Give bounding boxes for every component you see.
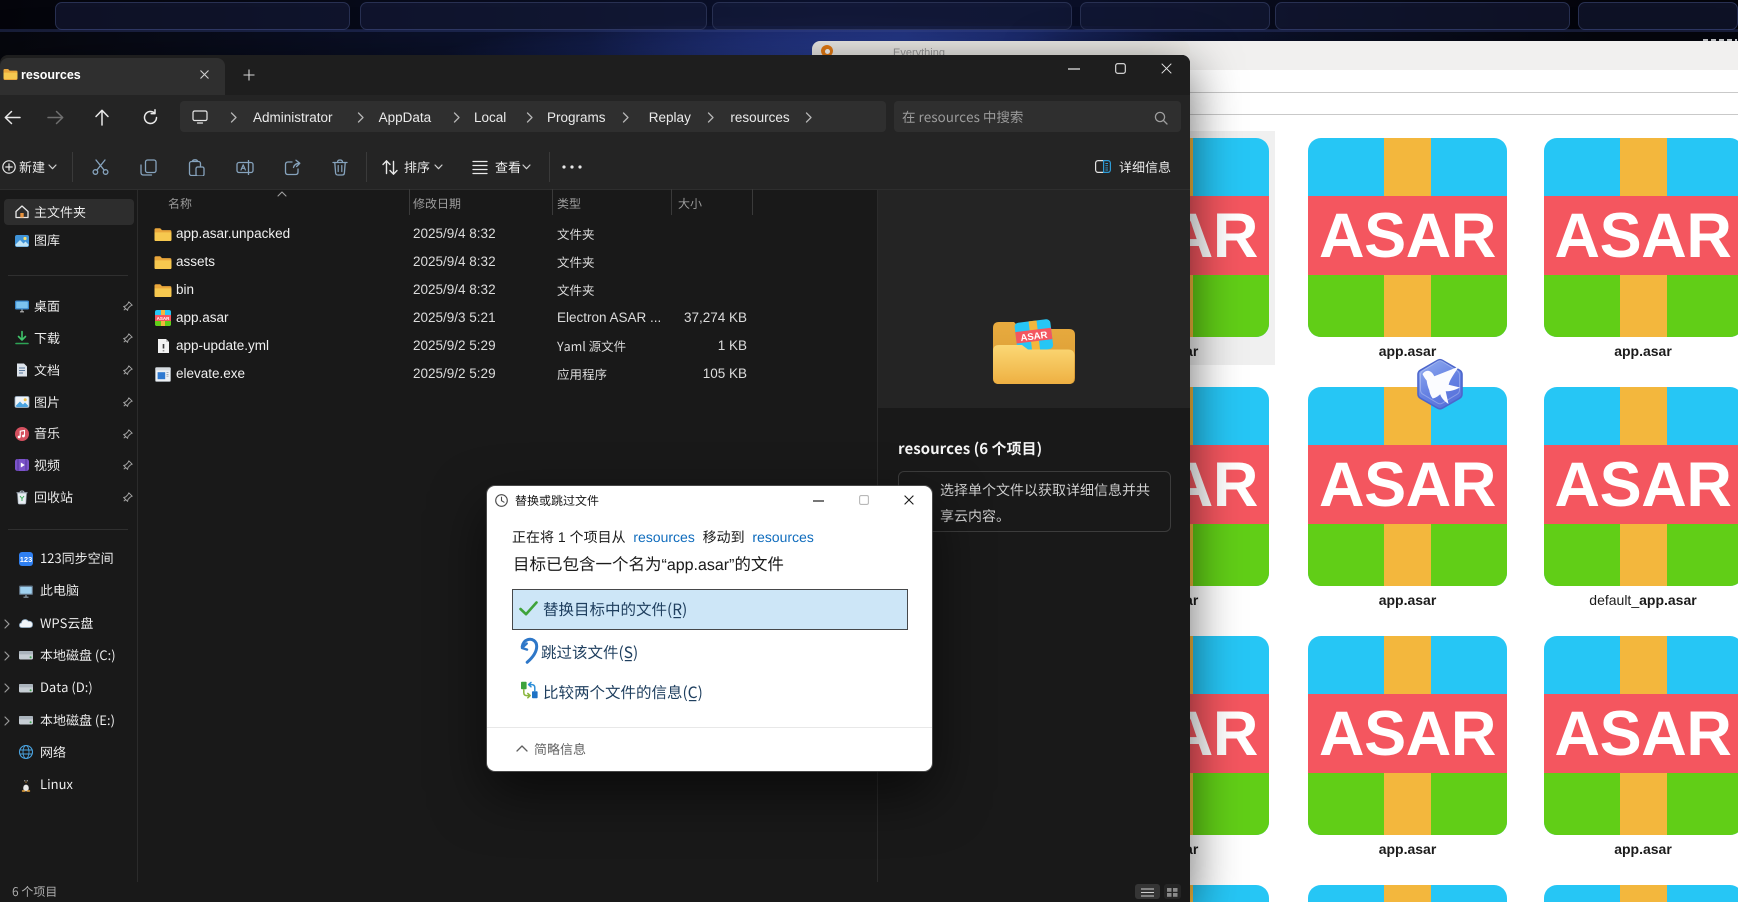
svg-text:123: 123 [20,555,33,564]
